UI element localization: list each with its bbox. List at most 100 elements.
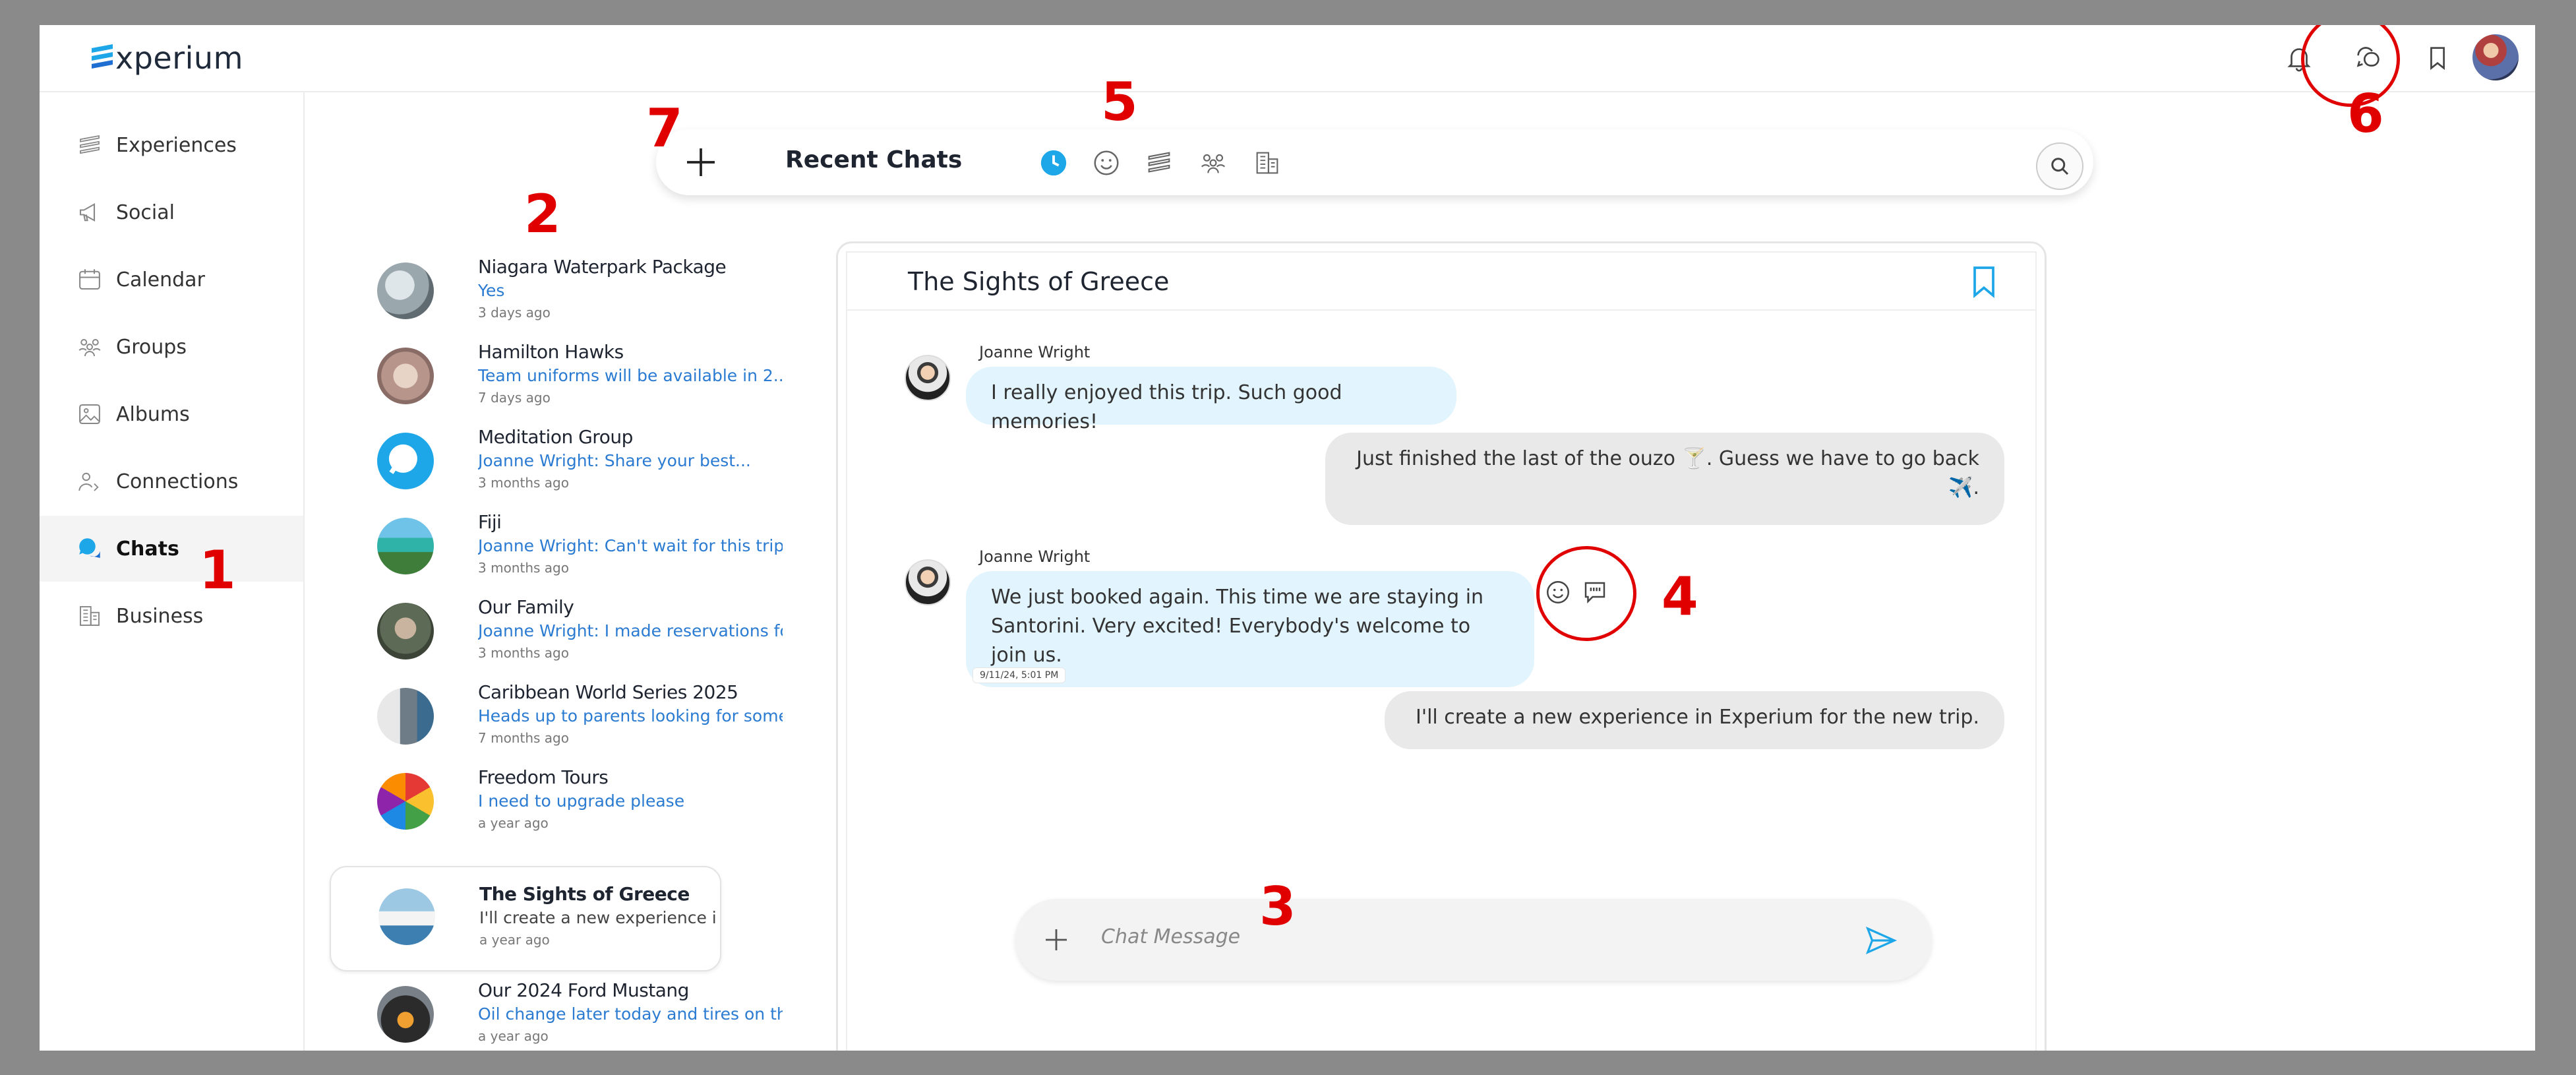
conversation-title: The Sights of Greece xyxy=(908,267,1170,296)
sidebar-item-label: Social xyxy=(116,200,175,224)
connections-icon xyxy=(78,472,99,491)
message-sender: Joanne Wright xyxy=(979,343,1091,361)
chat-thumbnail xyxy=(377,433,434,489)
add-attachment-icon[interactable] xyxy=(1040,924,1072,956)
chat-list-item[interactable]: Caribbean World Series 2025 Heads up to … xyxy=(343,676,783,762)
chat-composer: Chat Message xyxy=(1015,899,1932,981)
chat-name: The Sights of Greece xyxy=(479,883,690,905)
chat-time: 3 days ago xyxy=(478,305,551,321)
chat-time: 7 months ago xyxy=(478,730,569,746)
recent-chats-title: Recent Chats xyxy=(785,146,963,173)
chat-preview: Oil change later today and tires on the. xyxy=(478,1004,783,1024)
annotation-label: 4 xyxy=(1662,566,1698,627)
sidebar-item-groups[interactable]: Groups xyxy=(40,314,303,380)
chat-name: Niagara Waterpark Package xyxy=(478,256,727,278)
image-icon xyxy=(79,404,100,425)
chat-list: Niagara Waterpark Package Yes 3 days ago… xyxy=(330,236,804,1051)
sidebar-item-label: Chats xyxy=(116,537,179,561)
experium-logo[interactable]: xperium xyxy=(89,38,243,78)
message-bubble-outgoing[interactable]: I'll create a new experience in Experium… xyxy=(1385,691,2004,749)
chat-time: 3 months ago xyxy=(478,645,569,661)
chat-preview: Joanne Wright: Share your best... xyxy=(478,451,751,470)
chat-list-item-selected[interactable]: The Sights of Greece I'll create a new e… xyxy=(330,866,721,971)
chat-preview: Yes xyxy=(478,281,505,300)
message-timestamp: 9/11/24, 5:01 PM xyxy=(973,667,1066,683)
sender-avatar xyxy=(905,355,951,401)
building-icon[interactable] xyxy=(1252,148,1282,178)
chat-thumbnail xyxy=(378,888,435,945)
logo-mark-icon xyxy=(92,44,113,69)
chat-name: Fiji xyxy=(478,511,502,533)
bookmark-icon[interactable] xyxy=(1965,263,2002,300)
chat-thumbnail xyxy=(377,262,434,319)
calendar-icon xyxy=(79,269,100,290)
chat-name: Hamilton Hawks xyxy=(478,341,624,363)
annotation-circle xyxy=(2301,25,2400,107)
app-window: xperium Experiences Social Calendar Grou… xyxy=(40,25,2535,1051)
chat-list-item[interactable]: Our 2024 Ford Mustang Oil change later t… xyxy=(343,974,783,1051)
sidebar-item-label: Groups xyxy=(116,335,187,359)
new-chat-button[interactable] xyxy=(682,144,719,181)
chats-icon xyxy=(79,538,100,558)
groups-icon[interactable] xyxy=(1198,148,1228,178)
chat-preview: Heads up to parents looking for someth xyxy=(478,706,783,725)
chats-header-bar: Recent Chats xyxy=(656,129,2093,195)
user-avatar[interactable] xyxy=(2472,34,2519,80)
message-bubble-incoming[interactable]: I really enjoyed this trip. Such good me… xyxy=(966,367,1456,433)
chat-name: Our Family xyxy=(478,596,574,618)
chat-time: a year ago xyxy=(478,815,549,831)
chat-list-item[interactable]: Our Family Joanne Wright: I made reserva… xyxy=(343,591,783,677)
sidebar-item-business[interactable]: Business xyxy=(40,583,303,649)
sidebar-item-albums[interactable]: Albums xyxy=(40,381,303,447)
chat-list-item[interactable]: Niagara Waterpark Package Yes 3 days ago xyxy=(343,251,778,336)
chat-bubble-icon xyxy=(388,444,417,474)
experiences-icon[interactable] xyxy=(1144,148,1174,178)
sidebar-item-label: Business xyxy=(116,604,204,628)
top-bar: xperium xyxy=(40,25,2535,92)
message-text: We just booked again. This time we are s… xyxy=(991,586,1484,667)
bookmarks-button[interactable] xyxy=(2416,37,2459,79)
smiley-icon[interactable] xyxy=(1091,148,1122,178)
chat-preview: Joanne Wright: I made reservations for. xyxy=(478,621,783,640)
sidebar-item-calendar[interactable]: Calendar xyxy=(40,247,303,313)
chat-name: Meditation Group xyxy=(478,426,633,448)
sidebar-item-connections[interactable]: Connections xyxy=(40,448,303,514)
chat-time: a year ago xyxy=(478,1028,549,1044)
message-text: Just finished the last of the ouzo 🍸. Gu… xyxy=(1356,447,1979,499)
chat-preview: I'll create a new experience in... xyxy=(479,908,717,927)
sidebar-item-social[interactable]: Social xyxy=(40,179,303,245)
chat-list-item[interactable]: Hamilton Hawks Team uniforms will be ava… xyxy=(343,336,783,421)
message-bubble-outgoing[interactable]: Just finished the last of the ouzo 🍸. Gu… xyxy=(1325,433,2004,525)
sender-avatar xyxy=(905,559,951,605)
chat-thumbnail xyxy=(377,773,434,830)
chat-time: 3 months ago xyxy=(478,475,569,491)
annotation-label: 2 xyxy=(524,183,561,245)
sidebar-item-label: Experiences xyxy=(116,133,237,157)
search-icon xyxy=(2051,158,2069,175)
chat-thumbnail xyxy=(377,348,434,404)
sidebar: Experiences Social Calendar Groups Album… xyxy=(40,92,305,1051)
annotation-label: 3 xyxy=(1259,876,1296,937)
chat-name: Freedom Tours xyxy=(478,766,609,788)
building-icon xyxy=(80,606,100,626)
send-icon[interactable] xyxy=(1863,923,1899,958)
sidebar-item-experiences[interactable]: Experiences xyxy=(40,112,303,178)
message-text: I'll create a new experience in Experium… xyxy=(1416,706,1979,729)
groups-icon xyxy=(78,339,101,357)
chat-message-input[interactable]: Chat Message xyxy=(1101,925,1240,948)
sidebar-item-chats[interactable]: Chats xyxy=(40,516,303,582)
chat-preview: Team uniforms will be available in 2... xyxy=(478,366,783,385)
chat-thumbnail xyxy=(377,986,434,1043)
chat-list-item[interactable]: Meditation Group Joanne Wright: Share yo… xyxy=(343,421,778,507)
sidebar-item-label: Albums xyxy=(116,402,190,426)
search-button[interactable] xyxy=(2036,142,2083,190)
clock-icon[interactable] xyxy=(1038,148,1069,178)
chat-list-item[interactable]: Fiji Joanne Wright: Can't wait for this … xyxy=(343,506,783,592)
annotation-label: 7 xyxy=(646,98,683,159)
experiences-icon xyxy=(80,135,100,154)
chat-preview: Joanne Wright: Can't wait for this trip.… xyxy=(478,536,783,555)
sidebar-item-label: Connections xyxy=(116,470,239,493)
chat-list-item[interactable]: Freedom Tours I need to upgrade please a… xyxy=(343,761,778,847)
annotation-label: 5 xyxy=(1101,71,1138,133)
conversation-header: The Sights of Greece xyxy=(847,253,2035,311)
